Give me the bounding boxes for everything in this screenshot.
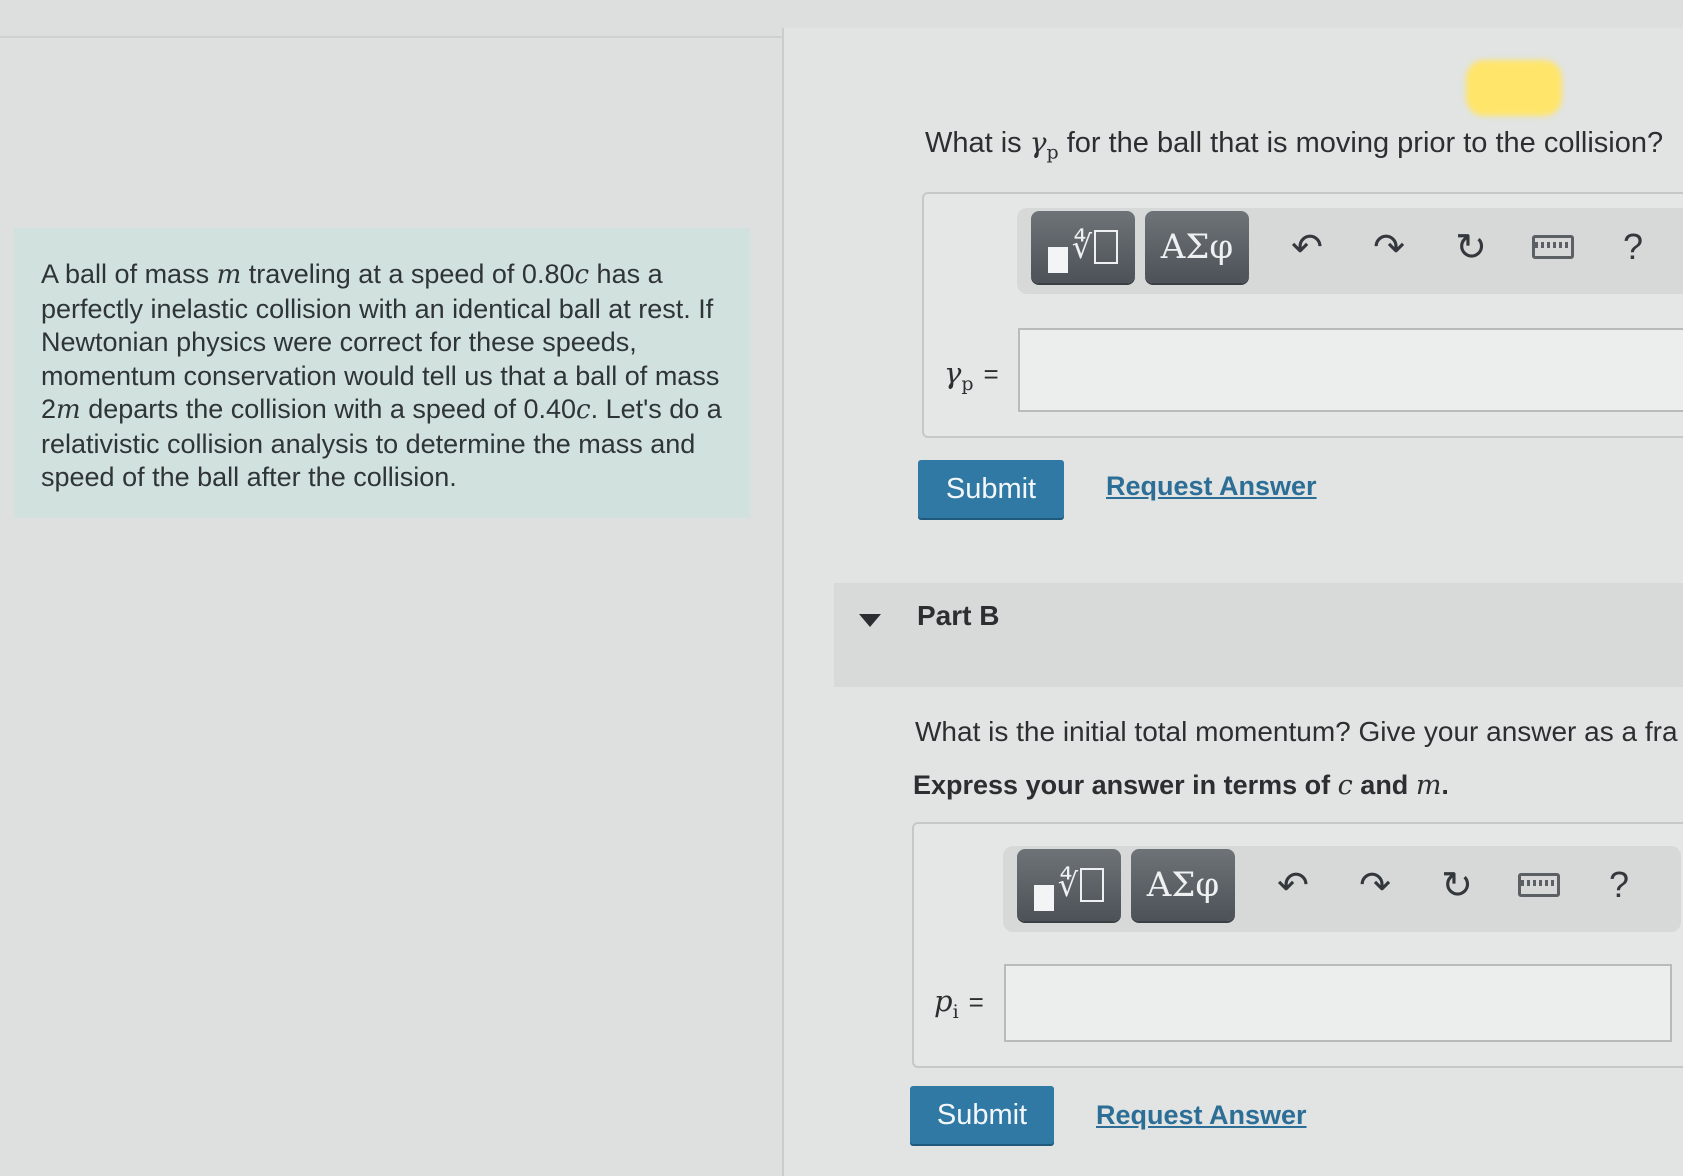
reset-icon[interactable]: ↻: [1433, 858, 1481, 912]
p-i-input[interactable]: [1004, 964, 1672, 1042]
problem-statement: A ball of mass m traveling at a speed of…: [14, 228, 750, 518]
part-b-title: Part B: [917, 600, 1000, 631]
radical-icon: ∜: [1057, 866, 1079, 904]
collapse-caret-icon[interactable]: [859, 614, 881, 627]
keyboard-icon: [1518, 873, 1560, 897]
redo-icon[interactable]: ↷: [1365, 220, 1413, 274]
left-pane: [0, 38, 782, 1176]
undo-icon[interactable]: ↶: [1283, 220, 1331, 274]
var-m: m: [56, 395, 81, 425]
part-b-header[interactable]: [834, 583, 1683, 687]
problem-text: traveling at a speed of 0.80: [241, 259, 575, 289]
question-text: What is: [925, 127, 1030, 159]
gamma-p-label: γp =: [944, 356, 999, 395]
help-button[interactable]: ?: [1609, 220, 1657, 274]
symbols-button[interactable]: ΑΣφ: [1145, 211, 1249, 283]
equals-sign: =: [983, 359, 999, 389]
part-a-answer-box: ∜ ΑΣφ ↶ ↷ ↻ ? γp =: [922, 192, 1683, 438]
var-m: m: [216, 260, 242, 290]
part-a-submit-button[interactable]: Submit: [918, 460, 1064, 518]
field-sub: p: [961, 372, 974, 395]
var-m: m: [1415, 770, 1442, 801]
gamma-var: γ: [1029, 126, 1047, 159]
gamma-subscript: p: [1046, 141, 1059, 164]
template-box-icon: [1094, 230, 1119, 264]
part-b-answer-box: ∜ ΑΣφ ↶ ↷ ↻ ? pi =: [912, 822, 1683, 1068]
keyboard-button[interactable]: [1529, 220, 1577, 274]
instruction-text: .: [1441, 770, 1449, 800]
part-a-question: What is γp for the ball that is moving p…: [925, 126, 1663, 164]
problem-text: A ball of mass: [41, 259, 217, 289]
keyboard-icon: [1532, 235, 1574, 259]
fraction-radical-template-icon: [1047, 247, 1068, 273]
radical-icon: ∜: [1071, 228, 1093, 266]
part-a-request-answer-link[interactable]: Request Answer: [1106, 471, 1317, 502]
problem-text: departs the collision with a speed of 0.…: [80, 394, 576, 424]
keyboard-button[interactable]: [1515, 858, 1563, 912]
symbols-button[interactable]: ΑΣφ: [1131, 849, 1235, 921]
p-i-label: pi =: [934, 984, 984, 1023]
redo-icon[interactable]: ↷: [1351, 858, 1399, 912]
math-toolbar: ∜ ΑΣφ ↶ ↷ ↻ ?: [1003, 846, 1681, 932]
question-text: for the ball that is moving prior to the…: [1058, 127, 1664, 159]
sticky-note: [1466, 60, 1562, 116]
template-box-icon: [1080, 868, 1105, 902]
field-var: p: [934, 984, 953, 1018]
part-b-submit-button[interactable]: Submit: [910, 1086, 1054, 1144]
equals-sign: =: [968, 987, 984, 1017]
templates-button[interactable]: ∜: [1031, 211, 1135, 283]
instruction-text: Express your answer in terms of: [913, 770, 1338, 800]
instruction-text: and: [1352, 770, 1416, 800]
var-c: c: [574, 260, 590, 290]
field-var: γ: [944, 356, 962, 390]
reset-icon[interactable]: ↻: [1447, 220, 1495, 274]
gamma-p-input[interactable]: [1018, 328, 1683, 412]
var-c: c: [1337, 770, 1353, 801]
undo-icon[interactable]: ↶: [1269, 858, 1317, 912]
gamma-symbol: γp: [1029, 126, 1059, 164]
part-b-question: What is the initial total momentum? Give…: [915, 716, 1678, 747]
fraction-radical-template-icon: [1033, 885, 1054, 911]
part-b-request-answer-link[interactable]: Request Answer: [1096, 1100, 1307, 1131]
var-c: c: [576, 395, 591, 425]
field-sub: i: [952, 1000, 959, 1023]
math-toolbar: ∜ ΑΣφ ↶ ↷ ↻ ?: [1017, 208, 1683, 294]
templates-button[interactable]: ∜: [1017, 849, 1121, 921]
help-button[interactable]: ?: [1595, 858, 1643, 912]
part-b-instruction: Express your answer in terms of c and m.: [913, 770, 1449, 801]
